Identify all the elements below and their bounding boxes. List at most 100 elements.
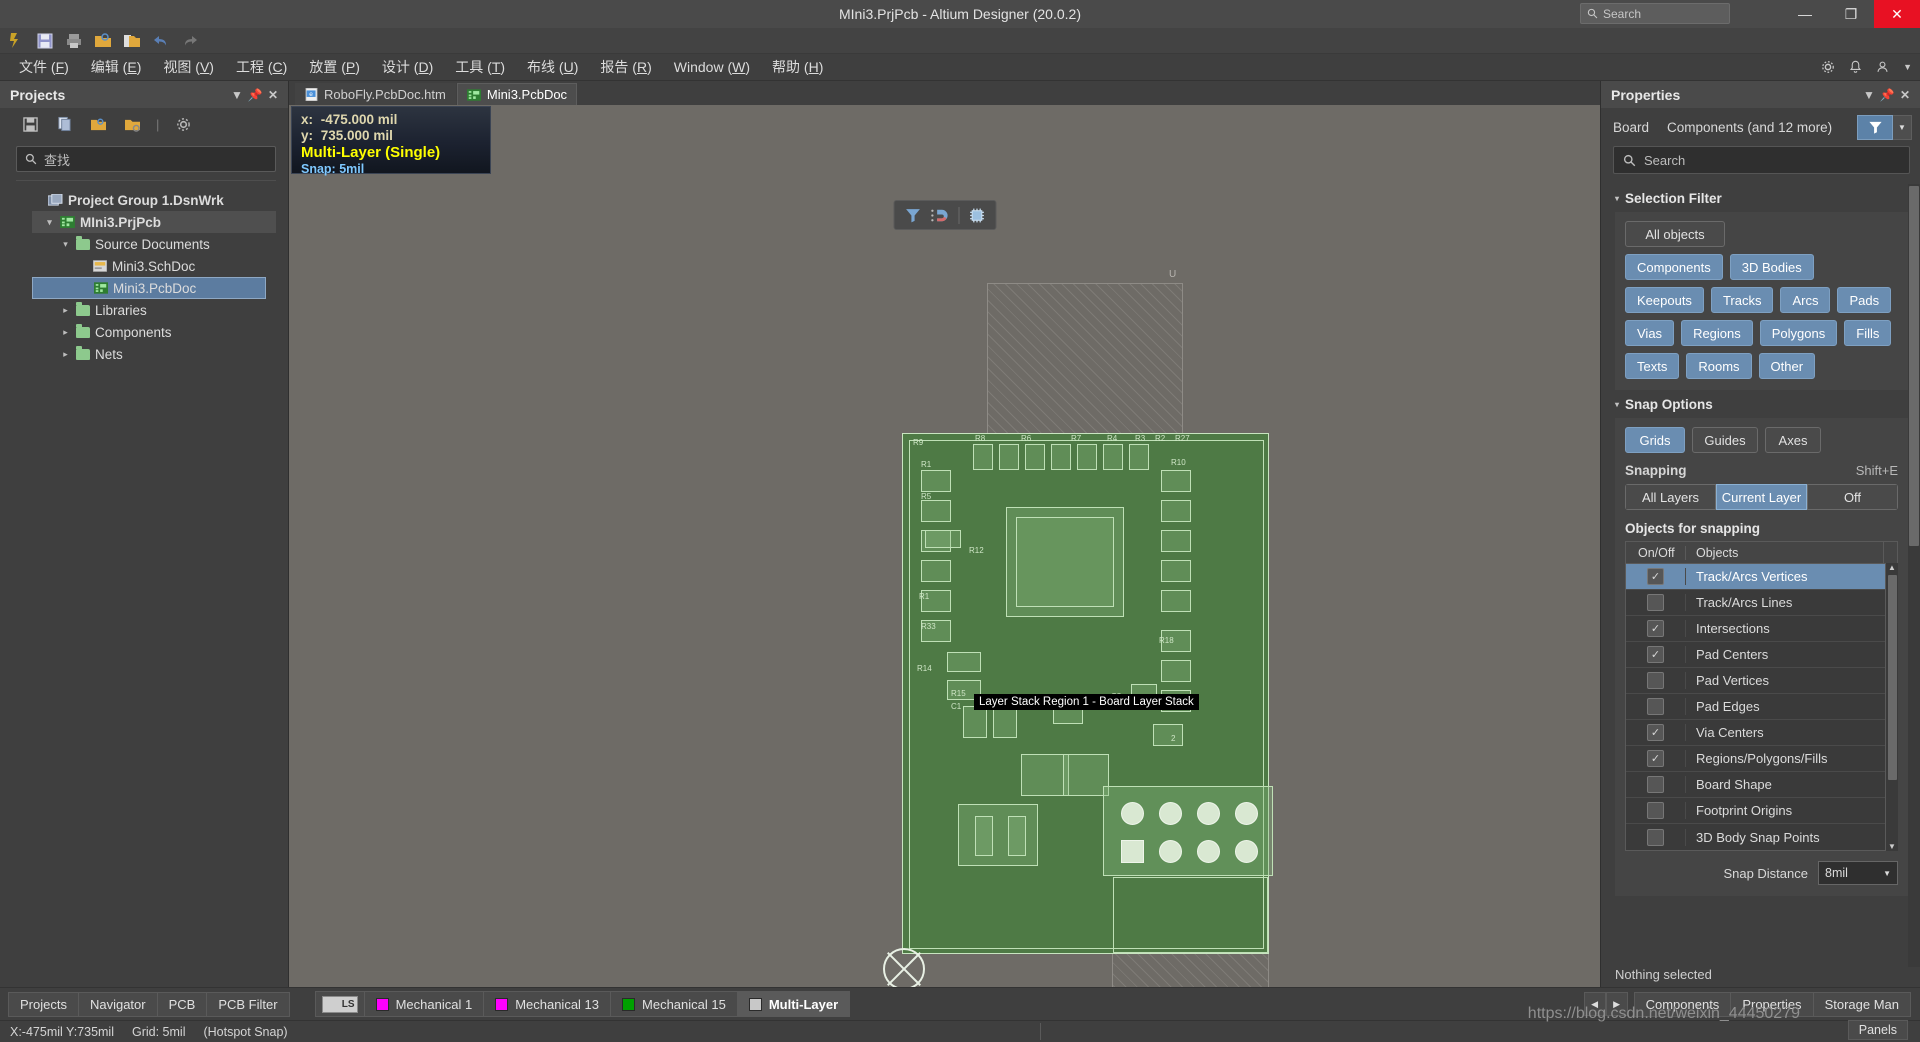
component-pad-group[interactable] xyxy=(921,500,951,522)
component-pad-group[interactable] xyxy=(1103,444,1123,470)
filter-keepouts-button[interactable]: Keepouts xyxy=(1625,287,1704,313)
properties-search-input[interactable]: Search xyxy=(1613,146,1910,174)
pad-square-pin1[interactable] xyxy=(1121,840,1144,863)
print-icon[interactable] xyxy=(64,31,84,51)
snap-grids-button[interactable]: Grids xyxy=(1625,427,1685,453)
snap-distance-dropdown[interactable]: 8mil ▼ xyxy=(1818,861,1898,885)
menu-route[interactable]: 布线 (U) xyxy=(516,54,589,81)
checkbox-unchecked-icon[interactable] xyxy=(1647,594,1664,611)
panels-button[interactable]: Panels xyxy=(1847,1020,1908,1040)
chevron-down-icon[interactable]: ▼ xyxy=(228,88,246,102)
snap-row-3d-body-snap-points[interactable]: 3D Body Snap Points xyxy=(1626,824,1897,850)
pad-round[interactable] xyxy=(1159,802,1182,825)
menu-tools[interactable]: 工具 (T) xyxy=(444,54,516,81)
gear-icon[interactable] xyxy=(1821,60,1835,74)
component-chip-icon[interactable] xyxy=(968,207,985,224)
twisty-expanded-icon[interactable]: ▾ xyxy=(44,217,55,228)
menu-design[interactable]: 设计 (D) xyxy=(371,54,444,81)
filter-regions-button[interactable]: Regions xyxy=(1681,320,1753,346)
snap-row-pad-vertices[interactable]: Pad Vertices xyxy=(1626,668,1897,694)
component-pad-group[interactable] xyxy=(925,530,961,548)
filter-polygons-button[interactable]: Polygons xyxy=(1759,320,1838,346)
menu-edit[interactable]: 编辑 (E) xyxy=(80,54,153,81)
tree-item-components[interactable]: ▸ Components xyxy=(32,321,276,343)
component-pad-group[interactable] xyxy=(975,816,993,856)
snap-row-pad-centers[interactable]: ✓ Pad Centers xyxy=(1626,642,1897,668)
twisty-expanded-icon[interactable]: ▾ xyxy=(60,239,71,250)
save-icon[interactable] xyxy=(20,114,40,134)
pin-icon[interactable]: 📌 xyxy=(246,88,264,102)
menu-project[interactable]: 工程 (C) xyxy=(225,54,298,81)
user-icon[interactable] xyxy=(1876,60,1889,74)
menu-file[interactable]: 文件 (F) xyxy=(8,54,80,81)
component-pad-group[interactable] xyxy=(1161,500,1191,522)
global-search-box[interactable]: Search xyxy=(1580,3,1730,24)
panel-tab-storage-manager[interactable]: Storage Man xyxy=(1812,991,1911,1017)
tree-item-source-documents[interactable]: ▾ Source Documents xyxy=(32,233,276,255)
properties-scrollbar[interactable] xyxy=(1908,184,1920,967)
snapping-all-layers-option[interactable]: All Layers xyxy=(1625,484,1716,510)
component-pad-group[interactable] xyxy=(973,444,993,470)
maximize-button[interactable]: ❐ xyxy=(1828,0,1874,28)
chevron-down-icon[interactable]: ▼ xyxy=(1893,114,1912,140)
panel-tab-projects[interactable]: Projects xyxy=(8,991,79,1017)
snap-row-intersections[interactable]: ✓ Intersections xyxy=(1626,616,1897,642)
scroll-up-arrow-icon[interactable]: ▲ xyxy=(1886,563,1898,572)
component-pad-group[interactable] xyxy=(1021,754,1069,796)
open-folder-icon[interactable] xyxy=(93,31,113,51)
filter-other-button[interactable]: Other xyxy=(1758,353,1816,379)
twisty-collapsed-icon[interactable]: ▸ xyxy=(60,305,71,316)
component-pad-group[interactable] xyxy=(1025,444,1045,470)
panel-tab-pcb-filter[interactable]: PCB Filter xyxy=(206,991,290,1017)
checkbox-unchecked-icon[interactable] xyxy=(1647,828,1664,846)
altium-logo-icon[interactable] xyxy=(6,31,26,51)
mode-link-board[interactable]: Board xyxy=(1613,120,1649,135)
pad-round[interactable] xyxy=(1235,802,1258,825)
snap-row-track-arcs-lines[interactable]: Track/Arcs Lines xyxy=(1626,590,1897,616)
close-icon[interactable]: ✕ xyxy=(264,88,282,102)
pad-round[interactable] xyxy=(1197,802,1220,825)
tree-item-mini3-pcbdoc[interactable]: Mini3.PcbDoc xyxy=(32,277,266,299)
layer-tab-mechanical-15[interactable]: Mechanical 15 xyxy=(610,991,738,1017)
compile-icon[interactable] xyxy=(54,114,74,134)
close-icon[interactable]: ✕ xyxy=(1896,88,1914,102)
filter-texts-button[interactable]: Texts xyxy=(1625,353,1680,379)
menu-window[interactable]: Window (W) xyxy=(663,54,761,81)
section-header-snap-options[interactable]: ▾ Snap Options xyxy=(1601,390,1908,418)
filter-components-button[interactable]: Components xyxy=(1625,254,1723,280)
close-button[interactable]: ✕ xyxy=(1874,0,1920,28)
layer-tab-mechanical-1[interactable]: Mechanical 1 xyxy=(363,991,485,1017)
tree-item-project-group[interactable]: Project Group 1.DsnWrk xyxy=(32,189,276,211)
component-pad-group[interactable] xyxy=(947,652,981,672)
snap-row-regions-polygons-fills[interactable]: ✓ Regions/Polygons/Fills xyxy=(1626,746,1897,772)
filter-3d-bodies-button[interactable]: 3D Bodies xyxy=(1729,254,1814,280)
layer-set-selector[interactable]: LS xyxy=(314,991,365,1017)
component-pad-group[interactable] xyxy=(1161,590,1191,612)
component-pad-group[interactable] xyxy=(999,444,1019,470)
snapping-off-option[interactable]: Off xyxy=(1807,484,1898,510)
snap-axes-button[interactable]: Axes xyxy=(1765,427,1821,453)
checkbox-unchecked-icon[interactable] xyxy=(1647,672,1664,689)
net-color-magnet-icon[interactable] xyxy=(930,207,949,224)
document-tab-mini3[interactable]: Mini3.PcbDoc xyxy=(456,83,578,105)
menu-view[interactable]: 视图 (V) xyxy=(152,54,225,81)
checkbox-checked-icon[interactable]: ✓ xyxy=(1647,724,1664,741)
tree-item-libraries[interactable]: ▸ Libraries xyxy=(32,299,276,321)
pad-round[interactable] xyxy=(1235,840,1258,863)
tree-item-nets[interactable]: ▸ Nets xyxy=(32,343,276,365)
component-pad-group[interactable] xyxy=(958,804,1038,866)
filter-all-objects-button[interactable]: All objects xyxy=(1625,221,1725,247)
snap-row-via-centers[interactable]: ✓ Via Centers xyxy=(1626,720,1897,746)
twisty-collapsed-icon[interactable]: ▸ xyxy=(60,349,71,360)
folder-options-icon[interactable] xyxy=(122,114,142,134)
twisty-collapsed-icon[interactable]: ▸ xyxy=(60,327,71,338)
snap-row-pad-edges[interactable]: Pad Edges xyxy=(1626,694,1897,720)
pad-round[interactable] xyxy=(1121,802,1144,825)
chevron-down-icon[interactable]: ▼ xyxy=(1860,88,1878,102)
checkbox-checked-icon[interactable]: ✓ xyxy=(1647,646,1664,663)
checkbox-checked-icon[interactable]: ✓ xyxy=(1647,568,1664,585)
panel-tab-pcb[interactable]: PCB xyxy=(156,991,208,1017)
scroll-down-arrow-icon[interactable]: ▼ xyxy=(1886,842,1898,851)
chevron-down-icon[interactable]: ▼ xyxy=(1903,62,1912,72)
filter-fills-button[interactable]: Fills xyxy=(1844,320,1892,346)
